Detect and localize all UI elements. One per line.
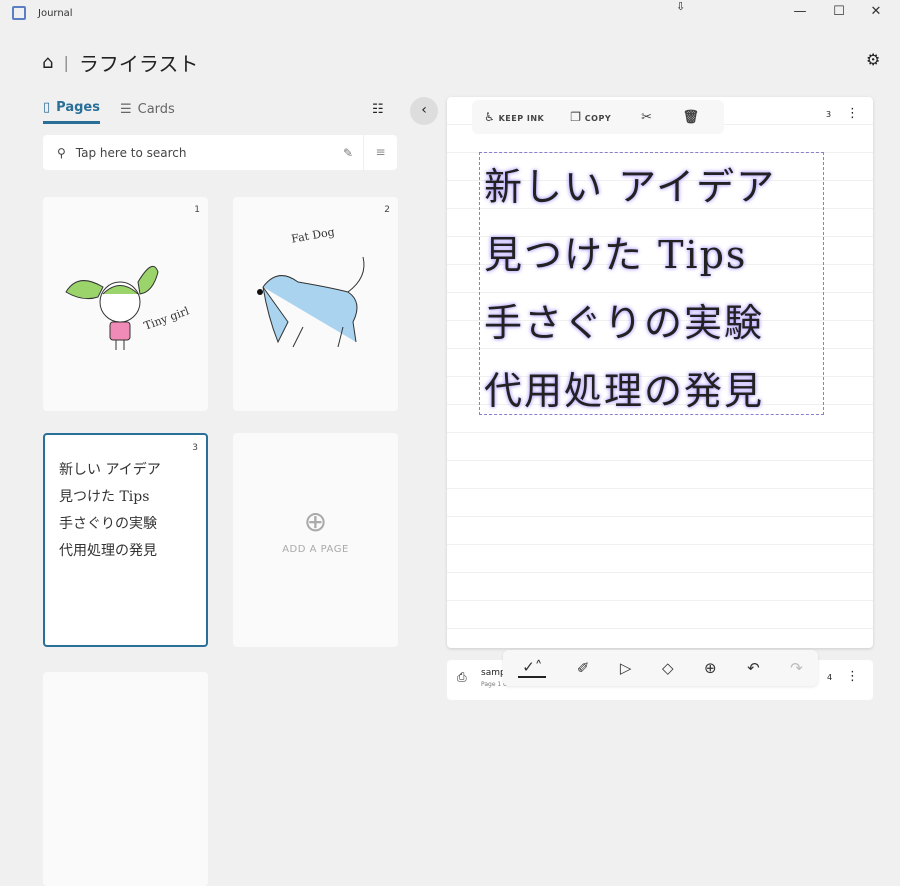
page-thumbnail-3[interactable]: 3 新しい アイデア 見つけた Tips 手さぐりの実験 代用処理の発見	[43, 433, 208, 647]
pen-tool-icon[interactable]: ✓˄	[518, 658, 547, 678]
pen-nib-icon[interactable]: ▷	[620, 659, 632, 677]
undo-icon[interactable]: ↶	[747, 659, 760, 677]
ink-line: 手さぐりの実験	[484, 301, 765, 345]
ink-toolbar: ✓˄ ✐ ▷ ◇ ⊕ ↶ ↷	[503, 650, 818, 686]
cards-icon: ☰	[119, 101, 132, 117]
copy-icon: ❐	[570, 110, 582, 124]
highlighter-icon[interactable]: ✐	[577, 659, 590, 677]
select-list-icon[interactable]: ☷	[372, 102, 384, 117]
close-button[interactable]: ✕	[866, 4, 886, 19]
app-icon	[12, 6, 26, 20]
eraser-icon[interactable]: ◇	[662, 659, 674, 677]
breadcrumb: ⌂ | ラフイラスト	[42, 48, 198, 77]
redo-icon[interactable]: ↷	[790, 659, 803, 677]
fat-dog-sketch	[257, 256, 365, 348]
divider: |	[63, 53, 69, 72]
search-input[interactable]: Tap here to search	[76, 146, 343, 160]
page-number: 1	[194, 205, 200, 215]
page-thumbnail-1[interactable]: 1 Tiny girl	[43, 197, 208, 411]
search-icon: ⚲	[57, 145, 66, 160]
keep-ink-button[interactable]: ♿︎ KEEP INK	[484, 110, 544, 124]
insert-add-icon[interactable]: ⊕	[704, 659, 717, 677]
ink-line: 見つけた Tips	[484, 233, 748, 277]
page-number: 2	[384, 205, 390, 215]
more-options-icon[interactable]: ⋮	[846, 669, 859, 684]
add-page-label: ADD A PAGE	[282, 544, 349, 555]
page-thumbnail-4[interactable]	[43, 672, 208, 886]
tab-pages[interactable]: ▯ Pages	[43, 100, 100, 124]
more-options-icon[interactable]: ⋮	[846, 106, 859, 121]
text-line: 代用処理の発見	[59, 543, 157, 559]
page-number: 3	[192, 443, 198, 453]
doc-name: samp	[481, 668, 506, 678]
tab-label: Cards	[137, 101, 175, 117]
maximize-button[interactable]: ☐	[829, 4, 849, 19]
pages-icon: ▯	[43, 100, 51, 115]
label: KEEP INK	[498, 114, 545, 123]
add-circle-icon: ⊕	[303, 505, 328, 538]
sketch-caption: Fat Dog	[290, 225, 336, 246]
delete-icon[interactable]: 🗑	[683, 110, 700, 125]
text-line: 新しい アイデア	[59, 462, 161, 478]
thumbnail-text: 新しい アイデア 見つけた Tips 手さぐりの実験 代用処理の発見	[59, 457, 161, 565]
handwriting-pen-icon[interactable]: ✎	[343, 146, 353, 160]
drag-handle-icon[interactable]: ⇩	[676, 0, 685, 13]
text-line: 見つけた Tips	[59, 489, 150, 505]
ink-line: 新しい アイデア	[484, 165, 777, 209]
label: COPY	[584, 114, 612, 123]
page-thumbnail-2[interactable]: 2 Fat Dog	[233, 197, 398, 411]
tab-label: Pages	[56, 100, 100, 115]
selection-toolbar: ♿︎ KEEP INK ❐ COPY ✂ 🗑	[472, 100, 724, 134]
page-number: 4	[827, 673, 833, 682]
page-number: 3	[826, 110, 832, 119]
window-title: Journal	[38, 8, 73, 19]
search-box[interactable]: ⚲ Tap here to search ✎ ≡	[43, 135, 397, 170]
page-title: ラフイラスト	[78, 52, 199, 76]
settings-gear-icon[interactable]: ⚙	[866, 50, 880, 69]
ink-selection[interactable]: 新しい アイデア 見つけた Tips 手さぐりの実験 代用処理の発見	[479, 152, 824, 415]
filter-icon[interactable]: ≡	[363, 135, 397, 170]
ink-icon: ♿︎	[484, 110, 496, 124]
pdf-icon: ⎙	[457, 670, 467, 684]
add-page-button[interactable]: ⊕ ADD A PAGE	[233, 433, 398, 647]
text-line: 手さぐりの実験	[59, 516, 157, 532]
minimize-button[interactable]: —	[790, 4, 810, 19]
tab-cards[interactable]: ☰ Cards	[120, 100, 175, 124]
collapse-panel-button[interactable]: ‹	[410, 97, 438, 125]
cut-icon[interactable]: ✂	[641, 110, 652, 125]
copy-button[interactable]: ❐ COPY	[570, 110, 611, 124]
home-icon[interactable]: ⌂	[42, 52, 53, 73]
ink-line: 代用処理の発見	[484, 369, 765, 413]
